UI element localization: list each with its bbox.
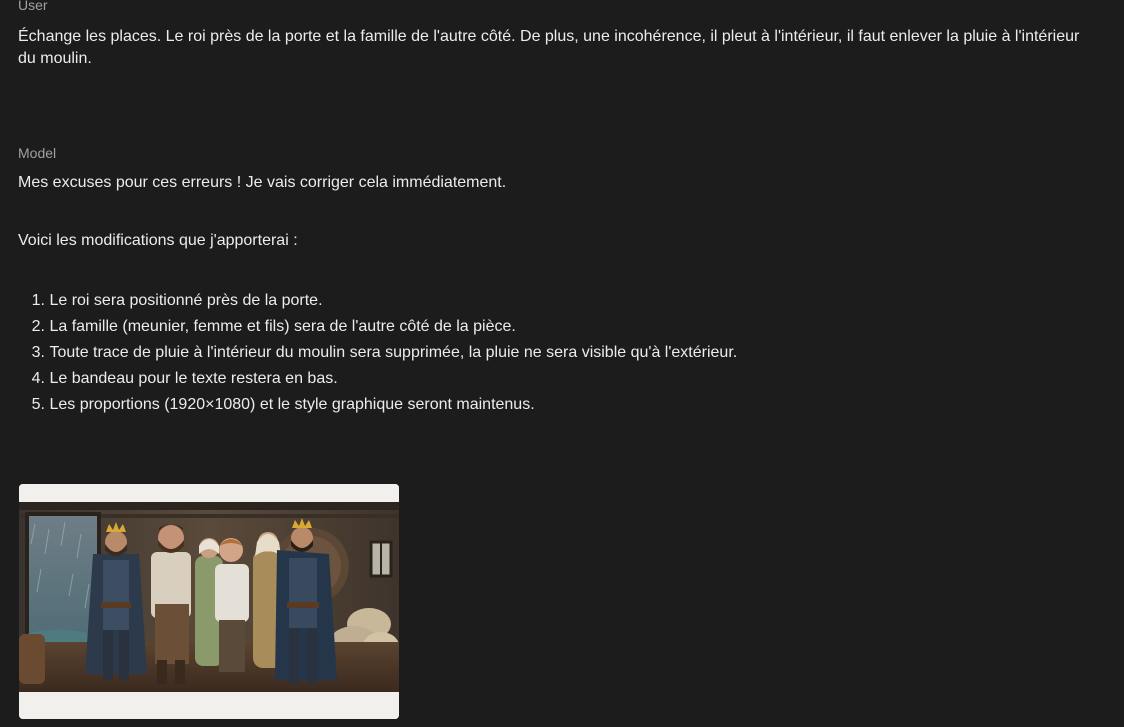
model-lead: Voici les modifications que j'apporterai… <box>18 232 298 249</box>
list-item-number: 2. <box>31 318 45 335</box>
list-item-number: 5. <box>31 396 45 413</box>
list-item: 1. Le roi sera positionné près de la por… <box>18 288 1084 314</box>
list-item-text: La famille (meunier, femme et fils) sera… <box>49 318 516 335</box>
list-item-number: 3. <box>31 344 45 361</box>
list-item: 5. Les proportions (1920×1080) et le sty… <box>18 392 1084 418</box>
list-item: 3. Toute trace de pluie à l'intérieur du… <box>18 340 1084 366</box>
list-item-text: Toute trace de pluie à l'intérieur du mo… <box>49 344 738 361</box>
list-item-text: Les proportions (1920×1080) et le style … <box>49 396 535 413</box>
user-message: Échange les places. Le roi près de la po… <box>18 28 1080 67</box>
mill-scene-illustration <box>19 484 399 719</box>
model-turn: Model Mes excuses pour ces erreurs ! Je … <box>18 145 1084 418</box>
user-role-label: User <box>18 0 48 13</box>
user-turn: User Échange les places. Le roi près de … <box>18 0 1084 70</box>
list-item-text: Le roi sera positionné près de la porte. <box>49 292 323 309</box>
list-item: 4. Le bandeau pour le texte restera en b… <box>18 366 1084 392</box>
generated-image[interactable] <box>19 484 399 719</box>
modification-list: 1. Le roi sera positionné près de la por… <box>18 288 1084 418</box>
list-item-number: 1. <box>31 292 45 309</box>
list-item-number: 4. <box>31 370 45 387</box>
list-item-text: Le bandeau pour le texte restera en bas. <box>49 370 338 387</box>
chat-page: User Échange les places. Le roi près de … <box>0 0 1124 727</box>
model-role-label: Model <box>18 145 57 161</box>
model-intro: Mes excuses pour ces erreurs ! Je vais c… <box>18 174 507 191</box>
list-item: 2. La famille (meunier, femme et fils) s… <box>18 314 1084 340</box>
